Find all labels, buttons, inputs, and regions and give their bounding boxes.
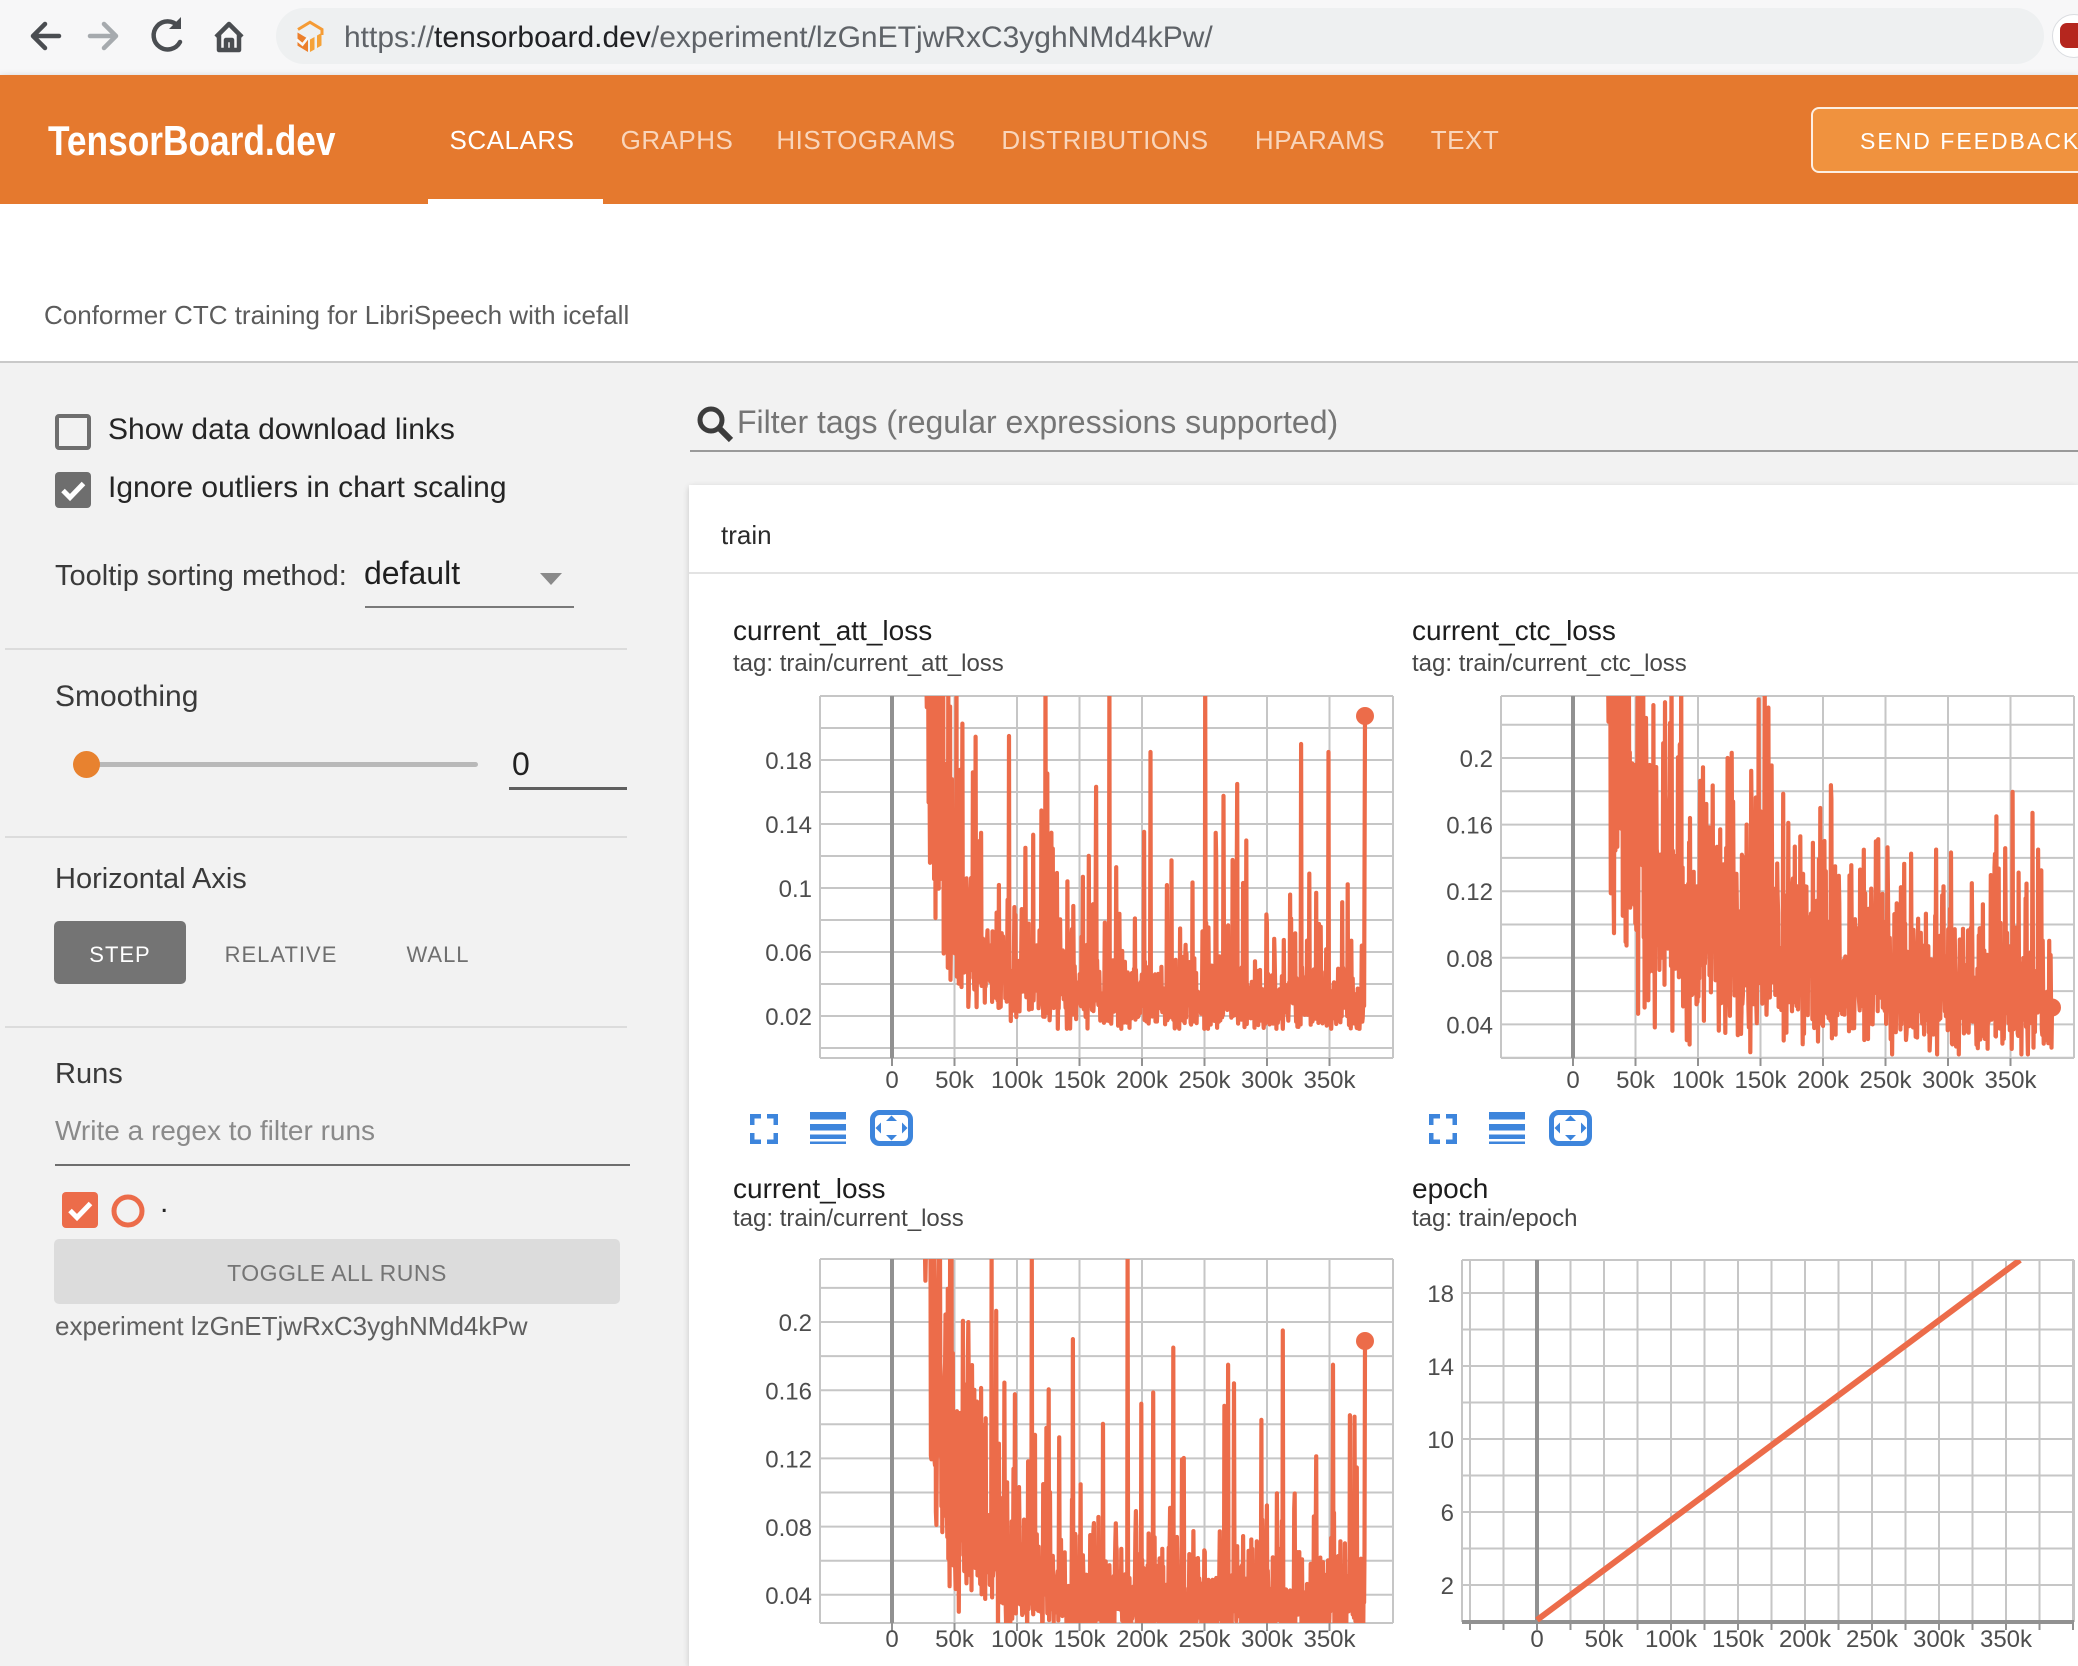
svg-text:200k: 200k — [1779, 1626, 1832, 1653]
svg-text:150k: 150k — [1053, 1626, 1106, 1653]
svg-text:300k: 300k — [1922, 1067, 1975, 1094]
svg-text:0.08: 0.08 — [765, 1515, 812, 1542]
svg-text:0.08: 0.08 — [1446, 946, 1493, 973]
svg-text:100k: 100k — [1645, 1626, 1698, 1653]
svg-text:50k: 50k — [1616, 1067, 1656, 1094]
svg-text:150k: 150k — [1712, 1626, 1765, 1653]
svg-text:0.2: 0.2 — [1460, 746, 1493, 773]
svg-text:350k: 350k — [1303, 1067, 1356, 1094]
svg-text:100k: 100k — [991, 1067, 1044, 1094]
svg-text:0: 0 — [885, 1626, 898, 1653]
svg-text:250k: 250k — [1178, 1067, 1231, 1094]
svg-text:0.12: 0.12 — [765, 1447, 812, 1474]
svg-text:50k: 50k — [1585, 1626, 1625, 1653]
svg-text:0.04: 0.04 — [1446, 1012, 1493, 1039]
svg-text:10: 10 — [1427, 1427, 1454, 1454]
svg-text:0.06: 0.06 — [765, 940, 812, 967]
svg-text:350k: 350k — [1980, 1626, 2033, 1653]
svg-text:300k: 300k — [1241, 1067, 1294, 1094]
svg-text:6: 6 — [1441, 1500, 1454, 1527]
svg-text:300k: 300k — [1913, 1626, 1966, 1653]
svg-text:18: 18 — [1427, 1281, 1454, 1308]
svg-text:2: 2 — [1441, 1573, 1454, 1600]
svg-text:0.04: 0.04 — [765, 1583, 812, 1610]
svg-text:0: 0 — [885, 1067, 898, 1094]
svg-text:0.2: 0.2 — [779, 1310, 812, 1337]
svg-text:350k: 350k — [1984, 1067, 2037, 1094]
svg-text:250k: 250k — [1178, 1626, 1231, 1653]
svg-text:300k: 300k — [1241, 1626, 1294, 1653]
svg-text:0.16: 0.16 — [1446, 813, 1493, 840]
svg-text:200k: 200k — [1797, 1067, 1850, 1094]
svg-text:0.1: 0.1 — [779, 876, 812, 903]
svg-text:0.12: 0.12 — [1446, 879, 1493, 906]
svg-text:200k: 200k — [1116, 1626, 1169, 1653]
svg-text:0: 0 — [1530, 1626, 1543, 1653]
svg-text:200k: 200k — [1116, 1067, 1169, 1094]
svg-text:0.14: 0.14 — [765, 812, 812, 839]
svg-text:350k: 350k — [1303, 1626, 1356, 1653]
svg-text:250k: 250k — [1846, 1626, 1899, 1653]
svg-text:150k: 150k — [1053, 1067, 1106, 1094]
svg-text:50k: 50k — [935, 1067, 975, 1094]
svg-text:14: 14 — [1427, 1354, 1454, 1381]
svg-text:0.18: 0.18 — [765, 748, 812, 775]
svg-text:0.16: 0.16 — [765, 1378, 812, 1405]
svg-text:50k: 50k — [935, 1626, 975, 1653]
svg-text:150k: 150k — [1734, 1067, 1787, 1094]
svg-text:250k: 250k — [1859, 1067, 1912, 1094]
svg-text:0.02: 0.02 — [765, 1004, 812, 1031]
svg-text:100k: 100k — [1672, 1067, 1725, 1094]
svg-text:0: 0 — [1566, 1067, 1579, 1094]
svg-text:100k: 100k — [991, 1626, 1044, 1653]
